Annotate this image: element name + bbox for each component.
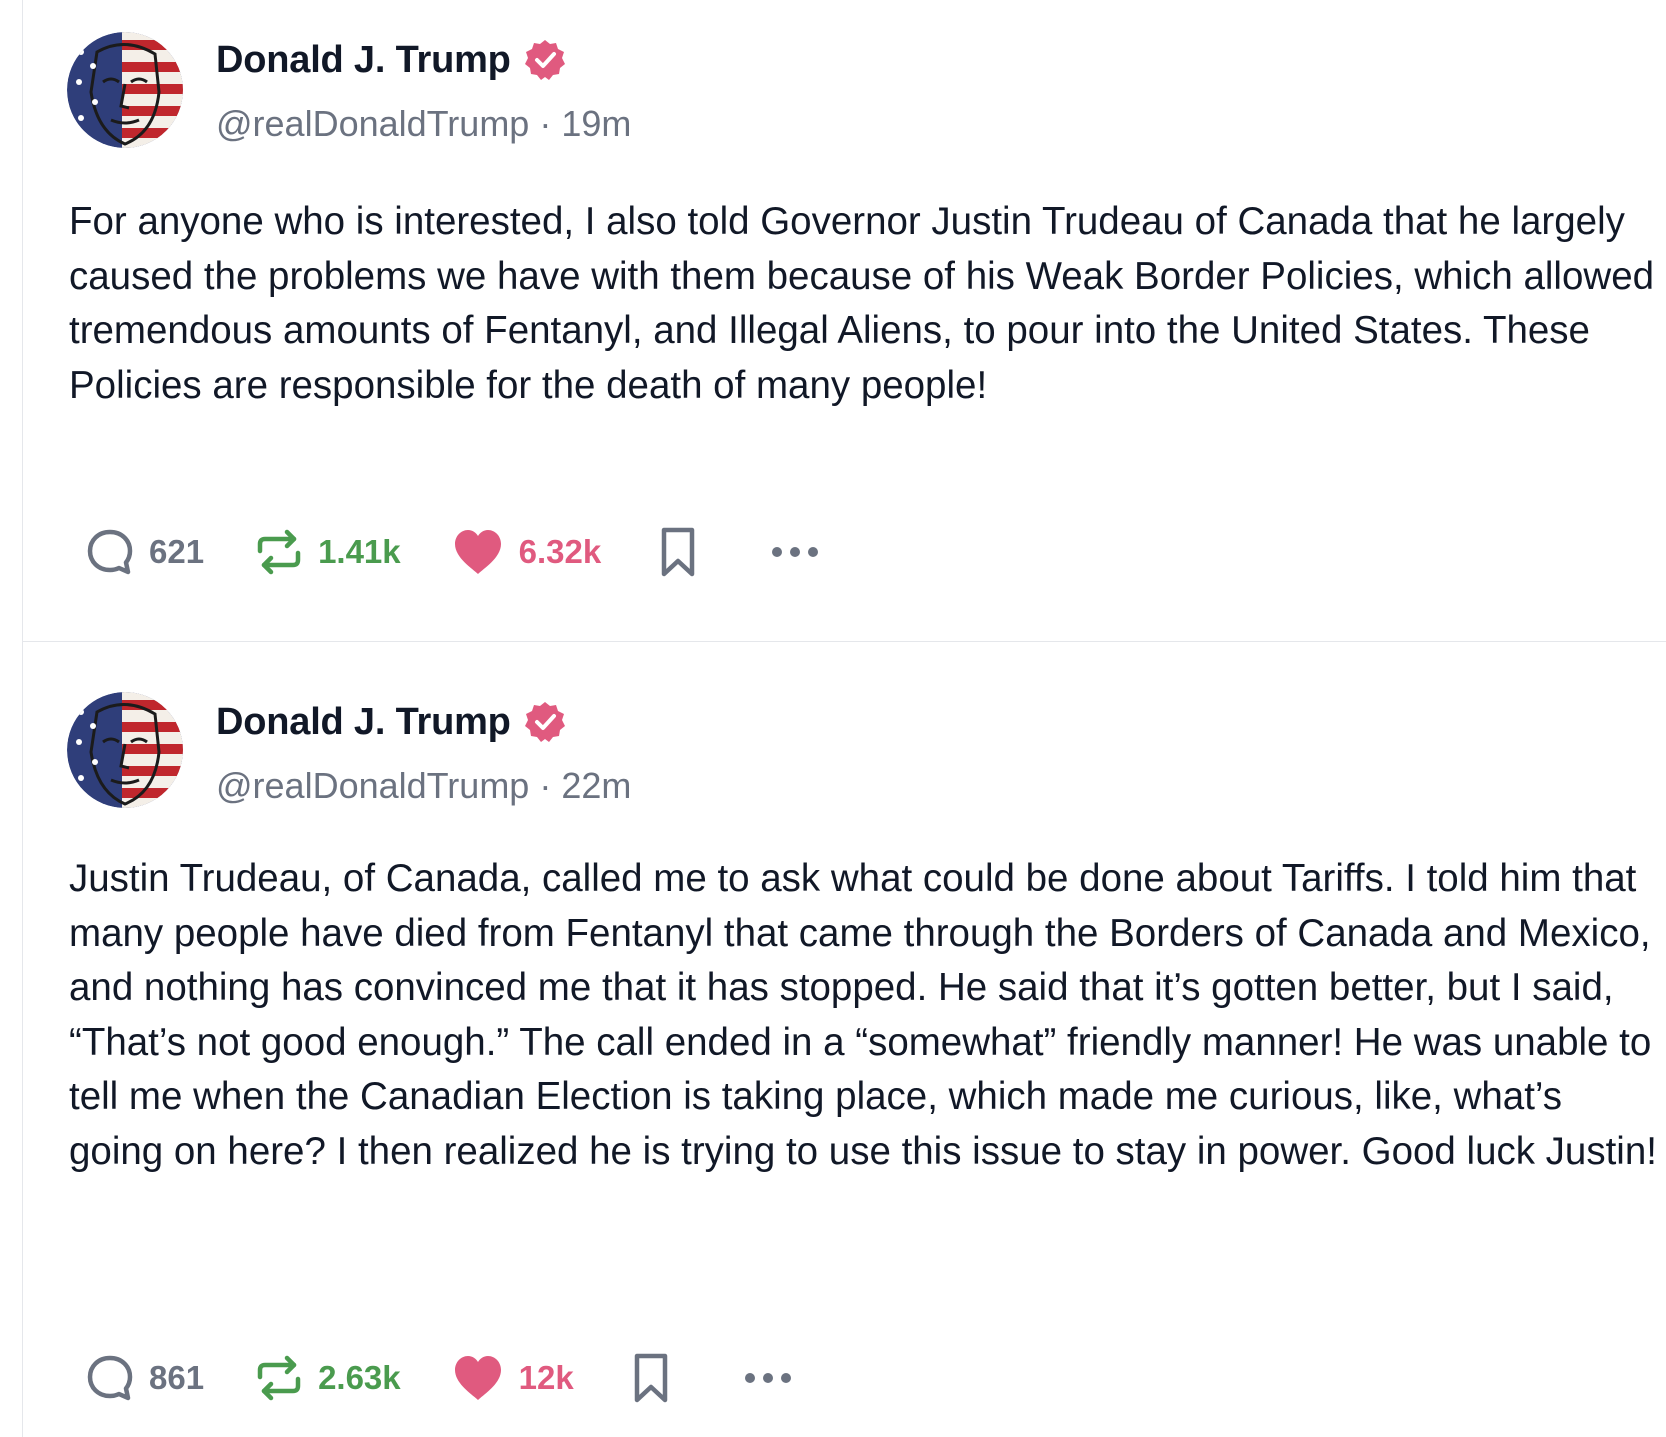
bookmark-icon — [629, 1351, 673, 1405]
author-handle[interactable]: @realDonaldTrump — [216, 765, 529, 806]
heart-icon — [451, 527, 505, 577]
author-name-row: Donald J. Trump — [216, 698, 567, 746]
handle-row: @realDonaldTrump · 19m — [216, 102, 631, 146]
author-name-row: Donald J. Trump — [216, 36, 567, 84]
reply-count: 621 — [149, 533, 205, 570]
more-options-button[interactable] — [743, 1371, 793, 1385]
post-actions: 861 2.63k 12k — [85, 1348, 793, 1408]
verified-badge-icon — [523, 700, 567, 744]
heart-icon — [451, 1353, 505, 1403]
repost-button[interactable]: 2.63k — [254, 1353, 401, 1403]
post[interactable]: Donald J. Trump @realDonaldTrump · 19m F… — [23, 0, 1666, 642]
more-dots-icon — [743, 1371, 793, 1385]
avatar[interactable] — [67, 692, 183, 808]
display-name[interactable]: Donald J. Trump — [216, 36, 511, 84]
bookmark-button[interactable] — [629, 1351, 673, 1405]
post[interactable]: Donald J. Trump @realDonaldTrump · 22m J… — [23, 642, 1666, 1437]
repost-count: 2.63k — [318, 1359, 401, 1396]
like-count: 6.32k — [518, 533, 602, 570]
reply-button[interactable]: 861 — [85, 1353, 204, 1403]
verified-badge-icon — [523, 38, 567, 82]
bookmark-icon — [656, 525, 700, 579]
like-count: 12k — [518, 1359, 574, 1396]
reply-bubble-icon — [85, 527, 135, 577]
post-feed: Donald J. Trump @realDonaldTrump · 19m F… — [22, 0, 1666, 1437]
repost-count: 1.41k — [318, 533, 401, 570]
like-button[interactable]: 12k — [451, 1353, 574, 1403]
post-timestamp[interactable]: 22m — [561, 765, 631, 806]
more-options-button[interactable] — [770, 545, 820, 559]
meta-separator: · — [539, 765, 562, 806]
avatar[interactable] — [67, 32, 183, 148]
post-text: For anyone who is interested, I also tol… — [69, 200, 1655, 407]
post-timestamp[interactable]: 19m — [561, 103, 631, 144]
post-actions: 621 1.41k 6.32k — [85, 522, 820, 582]
bookmark-button[interactable] — [656, 525, 700, 579]
meta-separator: · — [539, 103, 562, 144]
author-handle[interactable]: @realDonaldTrump — [216, 103, 529, 144]
more-dots-icon — [770, 545, 820, 559]
reply-bubble-icon — [85, 1353, 135, 1403]
reply-button[interactable]: 621 — [85, 527, 204, 577]
repost-button[interactable]: 1.41k — [254, 527, 401, 577]
reply-count: 861 — [149, 1359, 205, 1396]
handle-row: @realDonaldTrump · 22m — [216, 764, 631, 808]
repost-arrows-icon — [254, 1353, 304, 1403]
post-text: Justin Trudeau, of Canada, called me to … — [69, 857, 1657, 1173]
repost-arrows-icon — [254, 527, 304, 577]
like-button[interactable]: 6.32k — [451, 527, 602, 577]
display-name[interactable]: Donald J. Trump — [216, 698, 511, 746]
